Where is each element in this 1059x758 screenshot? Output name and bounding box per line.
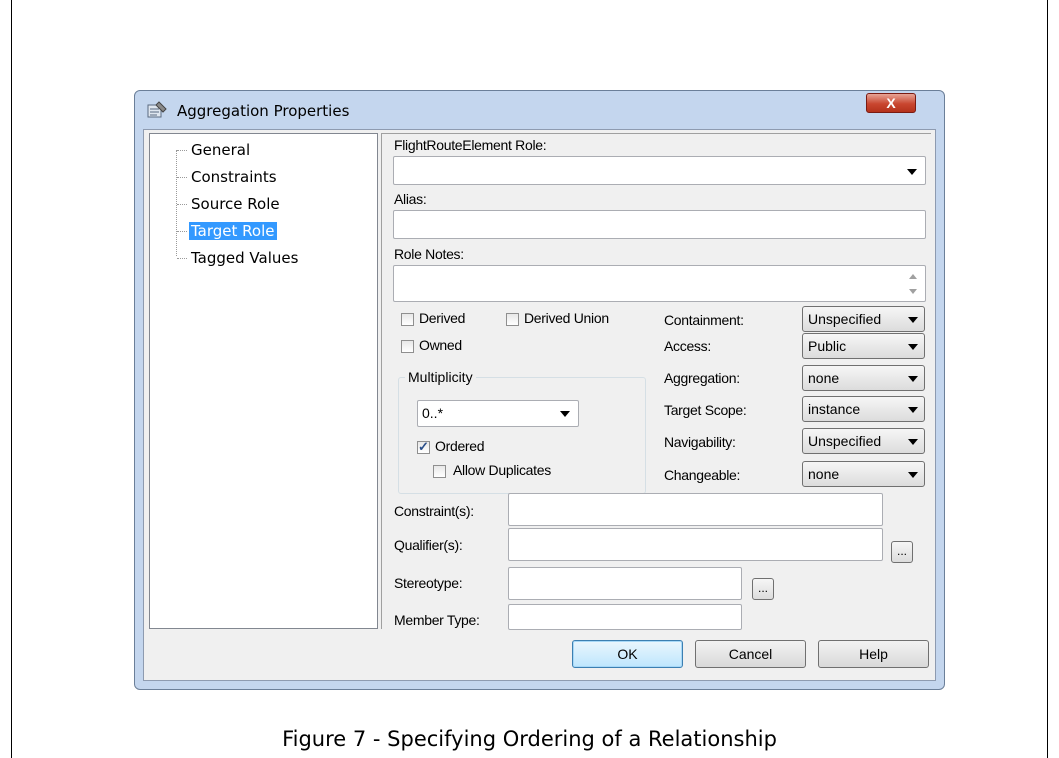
aggregation-value: none (808, 370, 840, 386)
target-scope-label: Target Scope: (664, 402, 747, 418)
changeable-value: none (808, 466, 840, 482)
target-scope-value: instance (808, 401, 861, 417)
chevron-down-icon (908, 439, 918, 445)
allow-duplicates-checkbox[interactable] (433, 465, 446, 478)
aggregation-select[interactable]: none (802, 365, 925, 391)
tree-item-constraints[interactable]: Constraints (177, 166, 279, 188)
tree-item-label: Tagged Values (191, 249, 299, 267)
access-label: Access: (664, 338, 711, 354)
property-tree: General Constraints Source Role Target R… (149, 133, 378, 629)
derived-union-checkbox[interactable] (506, 313, 519, 326)
multiplicity-value: 0..* (422, 405, 444, 421)
tree-item-label: Source Role (191, 195, 280, 213)
member-type-label: Member Type: (394, 612, 480, 628)
derived-union-label: Derived Union (524, 310, 609, 326)
multiplicity-group-title: Multiplicity (405, 369, 476, 385)
alias-input[interactable] (393, 210, 926, 239)
ordered-label: Ordered (435, 438, 485, 454)
multiplicity-group: Multiplicity 0..* Ordered Allow Duplicat… (398, 369, 646, 494)
role-notes-label: Role Notes: (394, 246, 464, 262)
help-button[interactable]: Help (818, 640, 929, 668)
chevron-down-icon (560, 411, 570, 417)
close-button[interactable]: X (866, 93, 916, 113)
chevron-down-icon (908, 376, 918, 382)
role-label: FlightRouteElement Role: (394, 137, 547, 153)
aggregation-label: Aggregation: (664, 370, 740, 386)
chevron-down-icon (908, 407, 918, 413)
constraints-label: Constraint(s): (394, 503, 474, 519)
target-role-panel: FlightRouteElement Role: Alias: Role Not… (381, 133, 931, 630)
tree-item-label: General (191, 141, 251, 159)
allow-duplicates-label: Allow Duplicates (453, 462, 551, 478)
access-value: Public (808, 338, 847, 354)
member-type-input[interactable] (508, 604, 742, 630)
containment-label: Containment: (664, 312, 744, 328)
derived-checkbox[interactable] (401, 313, 414, 326)
qualifiers-browse-button[interactable]: ... (891, 541, 913, 563)
role-notes-textarea[interactable] (393, 265, 926, 302)
properties-icon (147, 101, 167, 118)
tree-item-tagged-values[interactable]: Tagged Values (177, 247, 300, 269)
stereotype-label: Stereotype: (394, 575, 463, 591)
qualifiers-input[interactable] (508, 528, 883, 561)
constraints-input[interactable] (508, 493, 883, 526)
chevron-down-icon (907, 169, 917, 175)
target-scope-select[interactable]: instance (802, 396, 925, 422)
stereotype-browse-button[interactable]: ... (752, 578, 774, 600)
navigability-label: Navigability: (664, 434, 736, 450)
multiplicity-combo[interactable]: 0..* (417, 400, 579, 427)
cancel-button[interactable]: Cancel (695, 640, 806, 668)
aggregation-properties-dialog: Aggregation Properties X General Constra… (134, 90, 945, 690)
title-bar[interactable]: Aggregation Properties X (135, 91, 944, 129)
alias-label: Alias: (394, 191, 427, 207)
role-combo[interactable] (393, 156, 926, 185)
dialog-client-area: General Constraints Source Role Target R… (143, 129, 936, 681)
document-border-left (11, 0, 12, 758)
containment-value: Unspecified (808, 311, 882, 327)
access-select[interactable]: Public (802, 333, 925, 359)
navigability-value: Unspecified (808, 433, 882, 449)
changeable-select[interactable]: none (802, 461, 925, 487)
navigability-select[interactable]: Unspecified (802, 428, 925, 454)
chevron-down-icon (908, 472, 918, 478)
scroll-down-icon[interactable] (909, 289, 917, 294)
tree-item-source-role[interactable]: Source Role (177, 193, 282, 215)
scroll-up-icon[interactable] (909, 274, 917, 279)
changeable-label: Changeable: (664, 467, 741, 483)
owned-label: Owned (419, 337, 462, 353)
derived-label: Derived (419, 310, 466, 326)
tree-item-target-role[interactable]: Target Role (177, 220, 277, 242)
tree-item-general[interactable]: General (177, 139, 252, 161)
tree-item-label: Target Role (189, 222, 277, 240)
figure-caption: Figure 7 - Specifying Ordering of a Rela… (282, 727, 777, 751)
chevron-down-icon (908, 344, 918, 350)
tree-item-label: Constraints (191, 168, 277, 186)
owned-checkbox[interactable] (401, 340, 414, 353)
ok-button[interactable]: OK (572, 640, 683, 668)
qualifiers-label: Qualifier(s): (394, 537, 463, 553)
stereotype-input[interactable] (508, 567, 742, 600)
document-border-right (1047, 0, 1048, 758)
dialog-title: Aggregation Properties (177, 102, 350, 120)
chevron-down-icon (908, 317, 918, 323)
ordered-checkbox[interactable] (417, 439, 430, 455)
containment-select[interactable]: Unspecified (802, 306, 925, 332)
